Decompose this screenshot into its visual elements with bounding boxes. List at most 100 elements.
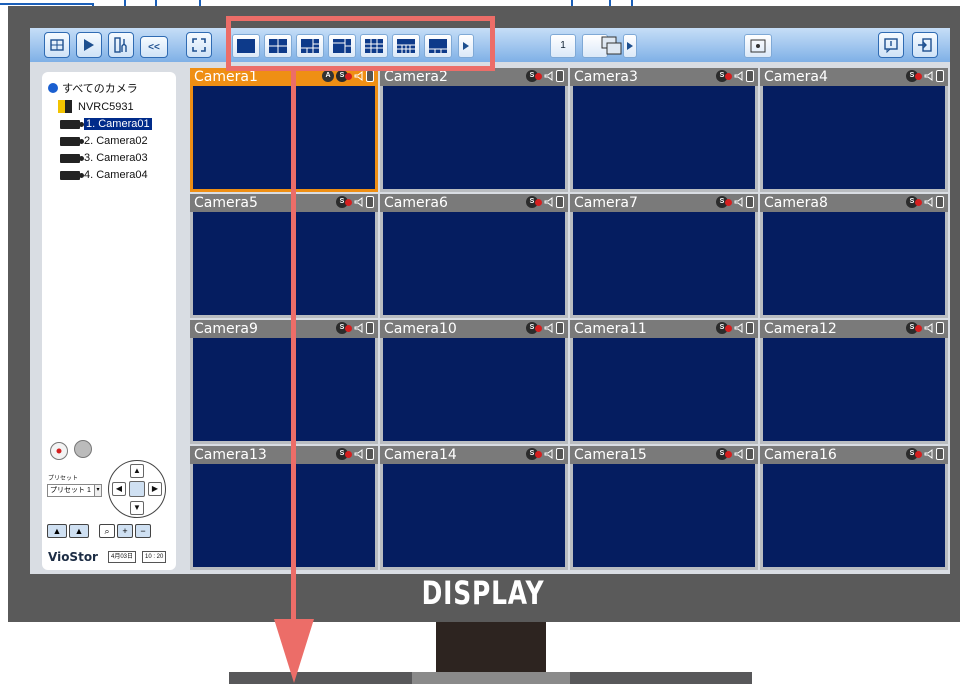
camera-video[interactable] [193,212,375,315]
camera-video[interactable] [573,86,755,189]
sequence-more-button[interactable] [623,34,637,58]
camera-video[interactable] [573,338,755,441]
camera-video[interactable] [193,86,375,189]
recording-icon: S [906,70,922,82]
camera-video[interactable] [573,464,755,567]
camera-video[interactable] [193,464,375,567]
recording-icon: S [906,448,922,460]
tree-root[interactable]: すべてのカメラ [48,80,138,96]
fullscreen-icon[interactable] [186,32,212,58]
microphone-icon [556,448,564,460]
camera-video[interactable] [763,338,945,441]
snapshot-icon[interactable] [744,34,772,58]
zoom-in-button[interactable]: + [117,524,133,538]
ptz-right-button[interactable]: ▶ [148,482,162,496]
microphone-icon [556,70,564,82]
zoom-icon[interactable]: ⌕ [99,524,115,538]
page-number[interactable]: 1 [550,34,576,58]
camera-tile[interactable]: Camera2 S [380,68,568,192]
monitor-view-icon[interactable] [44,32,70,58]
camera-tile[interactable]: Camera11 S [570,320,758,444]
monitor-stand [436,622,546,672]
camera-video[interactable] [383,86,565,189]
audio-icon[interactable] [74,440,92,458]
arrow-line [291,71,296,619]
camera-tree: すべてのカメラ NVRC5931 1. Camera01 2. Camera02… [42,72,176,450]
preset-select[interactable]: プリセット 1 [47,484,95,497]
date-display: 4月03日 [108,551,137,563]
speaker-icon [924,323,933,333]
camera-tile[interactable]: Camera3 S [570,68,758,192]
microphone-icon [936,196,944,208]
camera-tile[interactable]: Camera6 S [380,194,568,318]
focus-far-button[interactable]: ▲ [69,524,89,538]
ptz-up-button[interactable]: ▲ [130,464,144,478]
camera-video[interactable] [383,464,565,567]
camera-video[interactable] [763,464,945,567]
camera-tile[interactable]: Camera4 S [760,68,948,192]
focus-near-button[interactable]: ▲ [47,524,67,538]
record-icon[interactable] [50,442,68,460]
camera-tile[interactable]: Camera13 S [190,446,378,570]
speaker-icon [544,323,553,333]
camera-video[interactable] [763,86,945,189]
ptz-panel: プリセット プリセット 1 ▾ ▲ ▼ ◀ ▶ ▲ ▲ ⌕ + − VioSto… [42,432,176,570]
status-icons: S [906,322,944,334]
tree-camera-2[interactable]: 2. Camera02 [60,135,148,147]
tree-camera-4[interactable]: 4. Camera04 [60,169,148,181]
camera-icon [60,153,84,163]
ptz-down-button[interactable]: ▼ [130,501,144,515]
camera-tile[interactable]: Camera7 S [570,194,758,318]
recording-icon: S [716,322,732,334]
speaker-icon [544,197,553,207]
illustration: DISPLAY << 1 すべてのカメラ NVRC5931 1. Camera0… [0,0,966,684]
settings-icon[interactable] [108,32,134,58]
chevron-down-icon[interactable]: ▾ [95,484,102,497]
status-icons: S [906,196,944,208]
camera-video[interactable] [383,212,565,315]
camera-icon [60,119,84,129]
recording-icon: S [906,322,922,334]
status-icons: S [526,448,564,460]
camera-video[interactable] [573,212,755,315]
status-icons: S [526,196,564,208]
tree-nvr[interactable]: NVRC5931 [58,100,134,113]
preset-label: プリセット [48,476,79,482]
message-icon[interactable] [878,32,904,58]
camera-video[interactable] [383,338,565,441]
ptz-control[interactable]: ▲ ▼ ◀ ▶ [108,460,166,518]
speaker-icon [354,71,363,81]
tree-camera-label: 4. Camera04 [84,169,148,181]
speaker-icon [734,323,743,333]
speaker-icon [354,323,363,333]
camera-tile[interactable]: Camera10 S [380,320,568,444]
microphone-icon [556,322,564,334]
camera-tile[interactable]: Camera14 S [380,446,568,570]
layout-highlight [226,16,495,71]
callout-line [0,3,93,5]
logout-icon[interactable] [912,32,938,58]
speaker-icon [734,71,743,81]
camera-tile[interactable]: Camera9 S [190,320,378,444]
speaker-icon [924,449,933,459]
tree-camera-1[interactable]: 1. Camera01 [60,118,152,130]
tree-camera-3[interactable]: 3. Camera03 [60,152,148,164]
speaker-icon [354,449,363,459]
zoom-out-button[interactable]: − [135,524,151,538]
tree-nvr-label: NVRC5931 [78,100,134,113]
camera-video[interactable] [763,212,945,315]
camera-tile[interactable]: Camera16 S [760,446,948,570]
camera-video[interactable] [193,338,375,441]
microphone-icon [936,322,944,334]
camera-tile[interactable]: Camera15 S [570,446,758,570]
camera-tile[interactable]: Camera5 S [190,194,378,318]
recording-icon: S [526,196,542,208]
camera-tile[interactable]: Camera1 A S [190,68,378,192]
playback-icon[interactable] [76,32,102,58]
ptz-left-button[interactable]: ◀ [112,482,126,496]
camera-tile[interactable]: Camera8 S [760,194,948,318]
camera-tile[interactable]: Camera12 S [760,320,948,444]
ptz-home-button[interactable] [129,481,145,497]
camera-icon [60,170,84,180]
collapse-icon[interactable]: << [140,36,168,58]
